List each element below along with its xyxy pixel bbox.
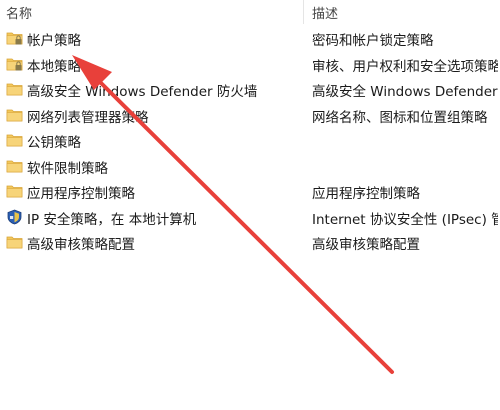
list-item-ip-security[interactable]: IP 安全策略，在 本地计算机 Internet 协议安全性 (IPsec) 管 — [0, 205, 500, 231]
list-item-name: 公钥策略 — [27, 135, 81, 151]
list-item-network-list-manager[interactable]: 网络列表管理器策略 网络名称、图标和位置组策略 — [0, 103, 500, 129]
list-item-description: 高级安全 Windows Defender — [312, 84, 498, 100]
list-item-name: 高级审核策略配置 — [27, 237, 135, 253]
list-item-name: 本地策略 — [27, 58, 81, 75]
list-item-name: 软件限制策略 — [27, 160, 108, 177]
list-item-description: 网络名称、图标和位置组策略 — [312, 109, 488, 126]
list-item-name: 应用程序控制策略 — [27, 186, 135, 202]
list-item-name: 帐户策略 — [27, 33, 81, 49]
folder-icon — [6, 234, 23, 250]
list-item-description: Internet 协议安全性 (IPsec) 管 — [312, 211, 498, 228]
folder-lock-icon — [6, 30, 23, 46]
list-item-account-policy[interactable]: 帐户策略 密码和帐户锁定策略 — [0, 26, 500, 52]
folder-lock-icon — [6, 56, 23, 72]
policy-list-view: 名称 描述 帐户策略 密码和帐户锁定策略 本地策略 审核、用户权利和安全选项策略… — [0, 0, 500, 410]
column-header-name[interactable]: 名称 — [6, 3, 32, 22]
list-item-software-restriction[interactable]: 软件限制策略 — [0, 154, 500, 180]
ip-security-shield-icon — [6, 209, 23, 225]
policy-rows: 帐户策略 密码和帐户锁定策略 本地策略 审核、用户权利和安全选项策略 高级安全 … — [0, 26, 500, 256]
list-item-name: 高级安全 Windows Defender 防火墙 — [27, 84, 258, 100]
list-item-app-control[interactable]: 应用程序控制策略 应用程序控制策略 — [0, 179, 500, 205]
list-item-firewall[interactable]: 高级安全 Windows Defender 防火墙 高级安全 Windows D… — [0, 77, 500, 103]
folder-icon — [6, 81, 23, 97]
list-item-description: 应用程序控制策略 — [312, 186, 420, 202]
list-item-description: 审核、用户权利和安全选项策略 — [312, 58, 498, 75]
folder-icon — [6, 158, 23, 174]
list-item-description: 高级审核策略配置 — [312, 237, 420, 253]
list-item-description: 密码和帐户锁定策略 — [312, 33, 434, 49]
list-item-advanced-audit[interactable]: 高级审核策略配置 高级审核策略配置 — [0, 230, 500, 256]
folder-icon — [6, 107, 23, 123]
list-item-public-key[interactable]: 公钥策略 — [0, 128, 500, 154]
folder-icon — [6, 183, 23, 199]
list-item-local-policy[interactable]: 本地策略 审核、用户权利和安全选项策略 — [0, 52, 500, 78]
column-header-description[interactable]: 描述 — [312, 3, 338, 22]
list-item-name: 网络列表管理器策略 — [27, 109, 149, 126]
column-divider[interactable] — [303, 0, 304, 24]
folder-icon — [6, 132, 23, 148]
column-header-row: 名称 描述 — [0, 0, 500, 24]
list-item-name: IP 安全策略，在 本地计算机 — [27, 211, 197, 228]
